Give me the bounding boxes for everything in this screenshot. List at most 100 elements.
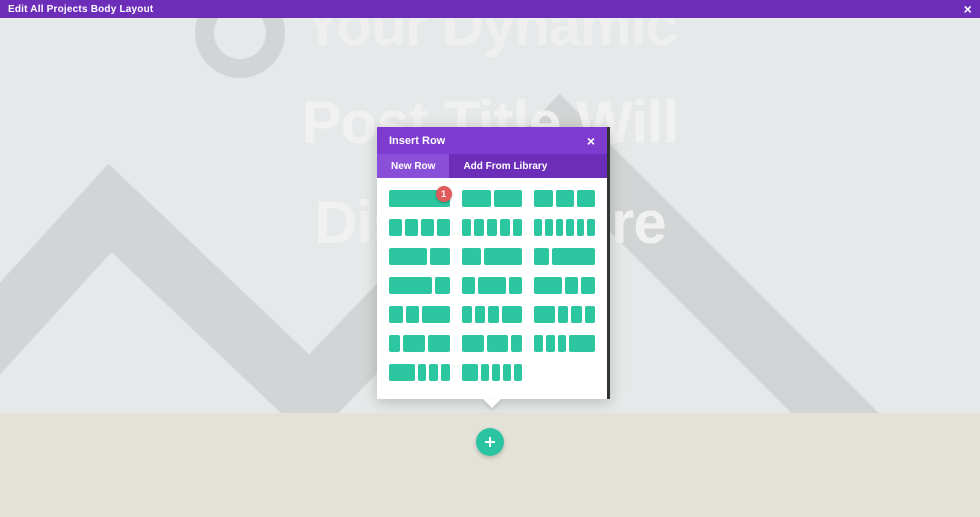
layout-column (481, 364, 489, 381)
add-row-button[interactable] (476, 428, 504, 456)
layout-column (534, 219, 542, 236)
row-layout-option[interactable] (534, 277, 595, 294)
row-layout-option[interactable] (389, 248, 450, 265)
row-layout-option[interactable] (534, 219, 595, 236)
layout-column (422, 306, 449, 323)
row-layout-option[interactable] (534, 306, 595, 323)
layout-column (514, 364, 522, 381)
layout-column (389, 190, 450, 207)
layout-column (587, 219, 595, 236)
layout-column (421, 219, 434, 236)
row-layout-option[interactable] (389, 219, 450, 236)
layout-column (462, 190, 491, 207)
layout-column (462, 277, 476, 294)
tab-add-from-library[interactable]: Add From Library (449, 154, 561, 178)
modal-pointer (483, 399, 501, 408)
layout-column (435, 277, 449, 294)
layout-column (428, 335, 450, 352)
modal-title: Insert Row (389, 135, 445, 147)
layout-column (502, 306, 523, 323)
layout-column (389, 277, 432, 294)
layout-column (462, 248, 481, 265)
layout-column (389, 335, 400, 352)
layout-column (513, 219, 523, 236)
layout-column (546, 335, 555, 352)
layout-column (462, 306, 472, 323)
layout-column (430, 248, 449, 265)
layout-column (534, 306, 555, 323)
layout-column (403, 335, 425, 352)
row-layout-option[interactable] (534, 248, 595, 265)
row-layout-option[interactable] (389, 335, 450, 352)
layout-column (556, 190, 574, 207)
layout-row (389, 335, 595, 352)
layout-column (558, 306, 568, 323)
layout-column (571, 306, 581, 323)
row-layout-option[interactable] (462, 219, 523, 236)
layout-column (534, 190, 552, 207)
layout-column (462, 335, 484, 352)
layout-column (558, 335, 567, 352)
layout-column (503, 364, 511, 381)
layout-row (389, 248, 595, 265)
layout-row (389, 219, 595, 236)
row-layout-option[interactable] (534, 190, 595, 207)
row-layout-option[interactable] (462, 277, 523, 294)
row-layout-option[interactable] (462, 306, 523, 323)
layout-column (437, 219, 450, 236)
layout-column (474, 219, 484, 236)
layout-column (487, 219, 497, 236)
row-layout-option[interactable] (462, 248, 523, 265)
layout-column (389, 248, 427, 265)
row-layout-option[interactable] (534, 335, 595, 352)
layout-row (389, 306, 595, 323)
top-bar: Edit All Projects Body Layout × (0, 0, 980, 18)
row-layout-option[interactable] (462, 190, 523, 207)
layout-column (545, 219, 553, 236)
layout-column (534, 248, 548, 265)
layout-column (406, 306, 420, 323)
layout-row (389, 277, 595, 294)
layout-column (487, 335, 509, 352)
row-layout-option[interactable]: 1 (389, 190, 450, 207)
layout-column (581, 277, 595, 294)
layout-column (534, 277, 561, 294)
layout-column (418, 364, 427, 381)
layout-column (565, 277, 579, 294)
row-layout-option[interactable] (462, 335, 523, 352)
layout-column (429, 364, 438, 381)
layout-row: 1 (389, 190, 595, 207)
modal-close-icon[interactable]: × (587, 133, 595, 149)
row-layout-option[interactable] (462, 364, 523, 381)
layout-column (511, 335, 522, 352)
layout-column (478, 277, 505, 294)
insert-row-modal: Insert Row × New Row Add From Library 1 (377, 127, 610, 399)
layout-column (569, 335, 595, 352)
layout-column (577, 219, 585, 236)
layout-column (389, 364, 415, 381)
layout-column (462, 219, 472, 236)
modal-body: 1 (377, 178, 607, 399)
layout-column (494, 190, 523, 207)
layout-column (484, 248, 522, 265)
tab-new-row[interactable]: New Row (377, 154, 449, 178)
layout-column (389, 306, 403, 323)
layout-column (462, 364, 478, 381)
layout-column (500, 219, 510, 236)
layout-column (475, 306, 485, 323)
close-icon[interactable]: × (964, 2, 972, 16)
modal-tabs: New Row Add From Library (377, 154, 607, 178)
row-layout-option[interactable] (389, 277, 450, 294)
layout-column (492, 364, 500, 381)
layout-column (441, 364, 450, 381)
row-layout-option[interactable] (389, 364, 450, 381)
layout-column (509, 277, 523, 294)
row-layout-option[interactable] (389, 306, 450, 323)
layout-column (585, 306, 595, 323)
layout-row (389, 364, 595, 381)
layout-column (389, 219, 402, 236)
top-bar-title: Edit All Projects Body Layout (8, 4, 153, 15)
layout-column (488, 306, 498, 323)
modal-header: Insert Row × (377, 127, 607, 154)
layout-column (577, 190, 595, 207)
